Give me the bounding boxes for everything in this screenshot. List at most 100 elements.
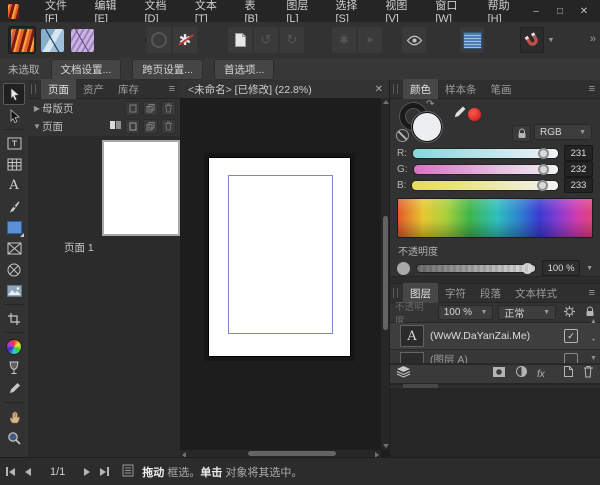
tab-stroke[interactable]: 笔画 bbox=[484, 79, 519, 99]
previous-page-button[interactable] bbox=[25, 468, 31, 476]
color-picker-tool[interactable] bbox=[2, 378, 26, 399]
opacity-slider[interactable] bbox=[416, 264, 536, 273]
rotate-cw-button[interactable]: ↻ bbox=[280, 27, 304, 53]
color-spectrum[interactable] bbox=[397, 198, 593, 238]
opacity-value-field[interactable]: 100 % bbox=[542, 260, 580, 276]
color-picker-dropper-icon[interactable] bbox=[452, 105, 467, 120]
toolbar-overflow-chevron[interactable]: » bbox=[590, 33, 596, 45]
document-close-icon[interactable]: ✕ bbox=[375, 84, 383, 95]
duplicate-page-button[interactable] bbox=[143, 119, 158, 134]
red-slider-handle[interactable] bbox=[538, 148, 549, 159]
close-button[interactable]: ✕ bbox=[574, 3, 594, 19]
color-model-dropdown[interactable]: RGB▼ bbox=[534, 124, 592, 140]
panel-menu-icon[interactable]: ≡ bbox=[169, 84, 175, 95]
persona-photo-button[interactable] bbox=[68, 26, 96, 54]
layer-2-thumbnail[interactable] bbox=[400, 352, 424, 365]
picked-color-swatch[interactable] bbox=[468, 108, 481, 121]
mask-layer-button[interactable] bbox=[492, 365, 506, 383]
table-tool[interactable] bbox=[2, 154, 26, 175]
layer-effects-button[interactable]: fx bbox=[537, 369, 545, 380]
view-hand-tool[interactable] bbox=[2, 406, 26, 427]
rectangle-tool[interactable] bbox=[2, 217, 26, 238]
pages-row[interactable]: ▼ 页面 bbox=[28, 117, 180, 135]
panel-grip[interactable] bbox=[393, 84, 398, 94]
red-value-field[interactable]: 231 bbox=[564, 145, 593, 161]
minimize-button[interactable]: – bbox=[526, 3, 546, 19]
layers-scrollbar[interactable]: ▲ ● ▼ bbox=[588, 318, 599, 362]
expand-expanded-icon[interactable]: ▼ bbox=[32, 122, 42, 131]
picture-frame-ellipse-tool[interactable] bbox=[2, 259, 26, 280]
node-tool[interactable] bbox=[2, 105, 26, 126]
spread-view-icon[interactable] bbox=[109, 120, 122, 133]
scroll-up-arrow[interactable]: ▲ bbox=[590, 318, 597, 325]
chevron-down-icon[interactable]: ▼ bbox=[586, 265, 593, 272]
panel-menu-icon[interactable]: ≡ bbox=[589, 84, 595, 95]
add-page-button[interactable] bbox=[125, 119, 140, 134]
transparency-tool[interactable] bbox=[2, 357, 26, 378]
blend-mode-dropdown[interactable]: 正常▼ bbox=[498, 305, 556, 320]
clear-formatting-button[interactable]: ✱ bbox=[173, 27, 197, 53]
vector-crop-tool[interactable] bbox=[2, 308, 26, 329]
page-view-icon[interactable] bbox=[122, 464, 134, 480]
layers-stack-icon[interactable] bbox=[396, 365, 411, 383]
swap-colors-icon[interactable]: ↷ bbox=[426, 99, 434, 110]
tab-pages[interactable]: 页面 bbox=[41, 79, 76, 99]
next-page-button[interactable] bbox=[84, 468, 90, 476]
tab-color[interactable]: 颜色 bbox=[403, 79, 438, 99]
layer-1-visibility-checkbox[interactable]: ✓ bbox=[564, 329, 578, 343]
fill-gradient-tool[interactable] bbox=[2, 336, 26, 357]
no-color-icon[interactable] bbox=[396, 129, 409, 142]
tab-character[interactable]: 字符 bbox=[438, 283, 473, 303]
fill-color-well[interactable] bbox=[412, 112, 442, 142]
pin-button[interactable]: ✱ bbox=[332, 27, 356, 53]
persona-designer-button[interactable] bbox=[38, 26, 66, 54]
panel-menu-icon[interactable]: ≡ bbox=[589, 288, 595, 299]
scroll-down-arrow[interactable]: ▼ bbox=[590, 355, 597, 362]
delete-layer-button[interactable] bbox=[583, 365, 594, 383]
panel-grip[interactable] bbox=[393, 288, 398, 298]
new-document-button[interactable] bbox=[228, 27, 252, 53]
red-slider[interactable] bbox=[412, 148, 559, 159]
blue-slider-handle[interactable] bbox=[537, 180, 548, 191]
maximize-button[interactable]: □ bbox=[550, 3, 570, 19]
delete-page-button[interactable] bbox=[161, 119, 176, 134]
canvas[interactable] bbox=[180, 98, 381, 450]
persona-publisher-button[interactable] bbox=[8, 26, 36, 54]
green-slider[interactable] bbox=[413, 164, 559, 175]
tab-stock[interactable]: 库存 bbox=[111, 79, 146, 99]
horizontal-scroll-thumb[interactable] bbox=[248, 451, 336, 456]
tab-swatches[interactable]: 样本条 bbox=[438, 79, 484, 99]
zoom-tool[interactable] bbox=[2, 427, 26, 448]
layer-effects-gear-button[interactable] bbox=[563, 305, 576, 321]
picture-frame-rect-tool[interactable] bbox=[2, 238, 26, 259]
page-thumbnail[interactable] bbox=[102, 140, 180, 236]
order-button[interactable] bbox=[147, 27, 171, 53]
color-lock-button[interactable] bbox=[512, 125, 531, 142]
snapping-button[interactable] bbox=[520, 27, 544, 53]
panel-grip[interactable] bbox=[31, 84, 36, 94]
spread-setup-button[interactable]: 跨页设置... bbox=[132, 59, 203, 80]
layer-row-2[interactable]: (图层 A) bbox=[390, 350, 600, 364]
expand-collapsed-icon[interactable]: ▶ bbox=[32, 104, 42, 113]
frame-text-tool[interactable] bbox=[2, 133, 26, 154]
layer-1-thumbnail[interactable]: A bbox=[400, 325, 424, 347]
layer-2-visibility-checkbox[interactable] bbox=[564, 353, 578, 365]
blue-value-field[interactable]: 233 bbox=[564, 177, 593, 193]
vertical-scroll-thumb[interactable] bbox=[383, 216, 388, 330]
text-flow-button[interactable] bbox=[460, 27, 484, 53]
tab-paragraph[interactable]: 段落 bbox=[473, 283, 508, 303]
blue-slider[interactable] bbox=[411, 180, 559, 191]
layers-opacity-dropdown[interactable]: 100 %▼ bbox=[438, 305, 494, 320]
first-page-button[interactable] bbox=[6, 467, 15, 476]
preferences-button[interactable]: 首选项... bbox=[214, 59, 274, 80]
preview-mode-button[interactable] bbox=[402, 27, 426, 53]
move-tool[interactable] bbox=[3, 83, 25, 105]
opacity-slider-handle[interactable] bbox=[522, 263, 533, 274]
document-page[interactable] bbox=[209, 158, 350, 356]
pen-tool[interactable] bbox=[2, 196, 26, 217]
rotate-ccw-button[interactable]: ↺ bbox=[254, 27, 278, 53]
layer-row-1[interactable]: A (WwW.DaYanZai.Me) ✓ bbox=[390, 323, 600, 350]
add-master-button[interactable] bbox=[125, 101, 140, 116]
green-slider-handle[interactable] bbox=[538, 164, 549, 175]
anchor-button[interactable]: ➤ bbox=[358, 27, 382, 53]
